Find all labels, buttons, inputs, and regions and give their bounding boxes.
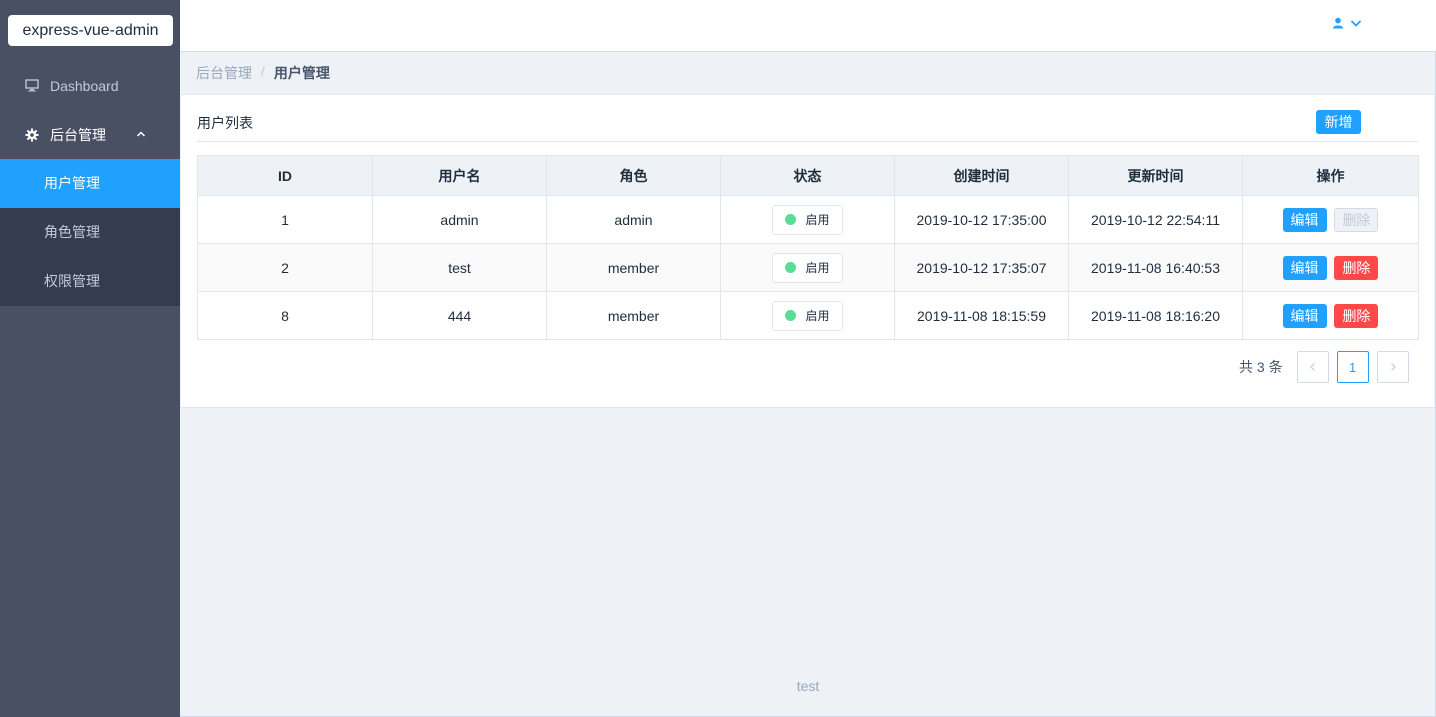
status-badge: 启用 — [772, 300, 843, 331]
edit-button[interactable]: 编辑 — [1282, 207, 1327, 232]
cell-status: 启用 — [720, 291, 895, 340]
chevron-left-icon — [1309, 363, 1315, 371]
cell-id: 2 — [197, 243, 373, 292]
chevron-up-icon — [134, 127, 148, 141]
cell-username: test — [372, 243, 547, 292]
table-row: 8 444 member 启用 2019-11-08 18:15:59 2019… — [197, 291, 1419, 340]
pagination: 共 3 条 1 — [1239, 351, 1417, 383]
cell-role: admin — [546, 195, 721, 244]
sidebar-item-roles[interactable]: 角色管理 — [0, 208, 180, 257]
app-logo[interactable]: express-vue-admin — [8, 15, 173, 46]
status-text: 启用 — [805, 213, 830, 227]
prev-page-button[interactable] — [1296, 351, 1329, 383]
delete-button[interactable]: 删除 — [1334, 255, 1379, 280]
cell-username: 444 — [372, 291, 547, 340]
sidebar: express-vue-admin Dashboard 后台管理 用户管理 角色… — [0, 0, 180, 717]
card-title: 用户列表 — [197, 115, 253, 131]
sidebar-item-users[interactable]: 用户管理 — [0, 159, 180, 208]
column-header-status: 状态 — [720, 155, 895, 196]
breadcrumb-separator: / — [261, 63, 265, 79]
delete-button[interactable]: 删除 — [1334, 303, 1379, 328]
breadcrumb-item-admin[interactable]: 后台管理 — [196, 63, 252, 83]
app-logo-text: express-vue-admin — [22, 21, 159, 39]
breadcrumb-item-users: 用户管理 — [273, 65, 330, 81]
footer-text: test — [796, 678, 820, 694]
pagination-total: 共 3 条 — [1239, 359, 1283, 375]
menu-group-admin-label: 后台管理 — [50, 126, 106, 143]
user-icon — [1332, 16, 1344, 32]
cell-actions: 编辑 删除 — [1242, 195, 1419, 244]
status-dot-icon — [785, 310, 797, 321]
status-dot-icon — [785, 214, 797, 225]
cell-created: 2019-10-12 17:35:07 — [894, 243, 1069, 292]
column-header-actions: 操作 — [1242, 155, 1419, 196]
cell-username: admin — [372, 195, 547, 244]
table-row: 2 test member 启用 2019-10-12 17:35:07 201… — [197, 243, 1419, 292]
cell-created: 2019-11-08 18:15:59 — [894, 291, 1069, 340]
user-dropdown[interactable] — [1332, 16, 1362, 32]
table-row: 1 admin admin 启用 2019-10-12 17:35:00 201… — [197, 195, 1419, 244]
chevron-right-icon — [1390, 363, 1396, 371]
status-badge: 启用 — [772, 252, 843, 283]
page-number-button[interactable]: 1 — [1336, 351, 1369, 383]
cell-role: member — [546, 243, 721, 292]
submenu-admin: 用户管理 角色管理 权限管理 — [0, 159, 180, 306]
column-header-username: 用户名 — [372, 155, 547, 196]
cell-actions: 编辑 删除 — [1242, 291, 1419, 340]
cell-status: 启用 — [720, 243, 895, 292]
menu-item-dashboard[interactable]: Dashboard — [0, 61, 180, 110]
cell-status: 启用 — [720, 195, 895, 244]
edit-button[interactable]: 编辑 — [1282, 303, 1327, 328]
menu-group-admin[interactable]: 后台管理 — [0, 110, 180, 159]
cell-updated: 2019-11-08 18:16:20 — [1068, 291, 1243, 340]
cell-updated: 2019-11-08 16:40:53 — [1068, 243, 1243, 292]
edit-button[interactable]: 编辑 — [1282, 255, 1327, 280]
menu-item-dashboard-label: Dashboard — [50, 77, 119, 94]
sidebar-item-permissions[interactable]: 权限管理 — [0, 257, 180, 306]
status-dot-icon — [785, 262, 797, 273]
user-list-card: 用户列表 新增 ID 用户名 角色 状态 创建时间 更新时间 操作 1 admi… — [181, 94, 1434, 408]
column-header-id: ID — [197, 155, 373, 196]
column-header-created: 创建时间 — [894, 155, 1069, 196]
top-header — [180, 0, 1436, 52]
cell-id: 8 — [197, 291, 373, 340]
column-header-role: 角色 — [546, 155, 721, 196]
cell-role: member — [546, 291, 721, 340]
delete-button: 删除 — [1334, 207, 1379, 232]
cell-updated: 2019-10-12 22:54:11 — [1068, 195, 1243, 244]
user-table: ID 用户名 角色 状态 创建时间 更新时间 操作 1 admin admin … — [197, 155, 1419, 340]
chevron-down-icon — [1350, 16, 1362, 32]
next-page-button[interactable] — [1376, 351, 1409, 383]
cell-created: 2019-10-12 17:35:00 — [894, 195, 1069, 244]
cell-id: 1 — [197, 195, 373, 244]
table-header-row: ID 用户名 角色 状态 创建时间 更新时间 操作 — [197, 155, 1419, 196]
status-text: 启用 — [805, 261, 830, 275]
gear-icon — [24, 127, 40, 143]
status-badge: 启用 — [772, 204, 843, 235]
status-text: 启用 — [805, 309, 830, 323]
breadcrumb: 后台管理 / 用户管理 — [196, 63, 330, 83]
monitor-icon — [24, 78, 40, 94]
card-divider — [197, 141, 1418, 142]
column-header-updated: 更新时间 — [1068, 155, 1243, 196]
cell-actions: 编辑 删除 — [1242, 243, 1419, 292]
add-user-button[interactable]: 新增 — [1316, 110, 1361, 134]
